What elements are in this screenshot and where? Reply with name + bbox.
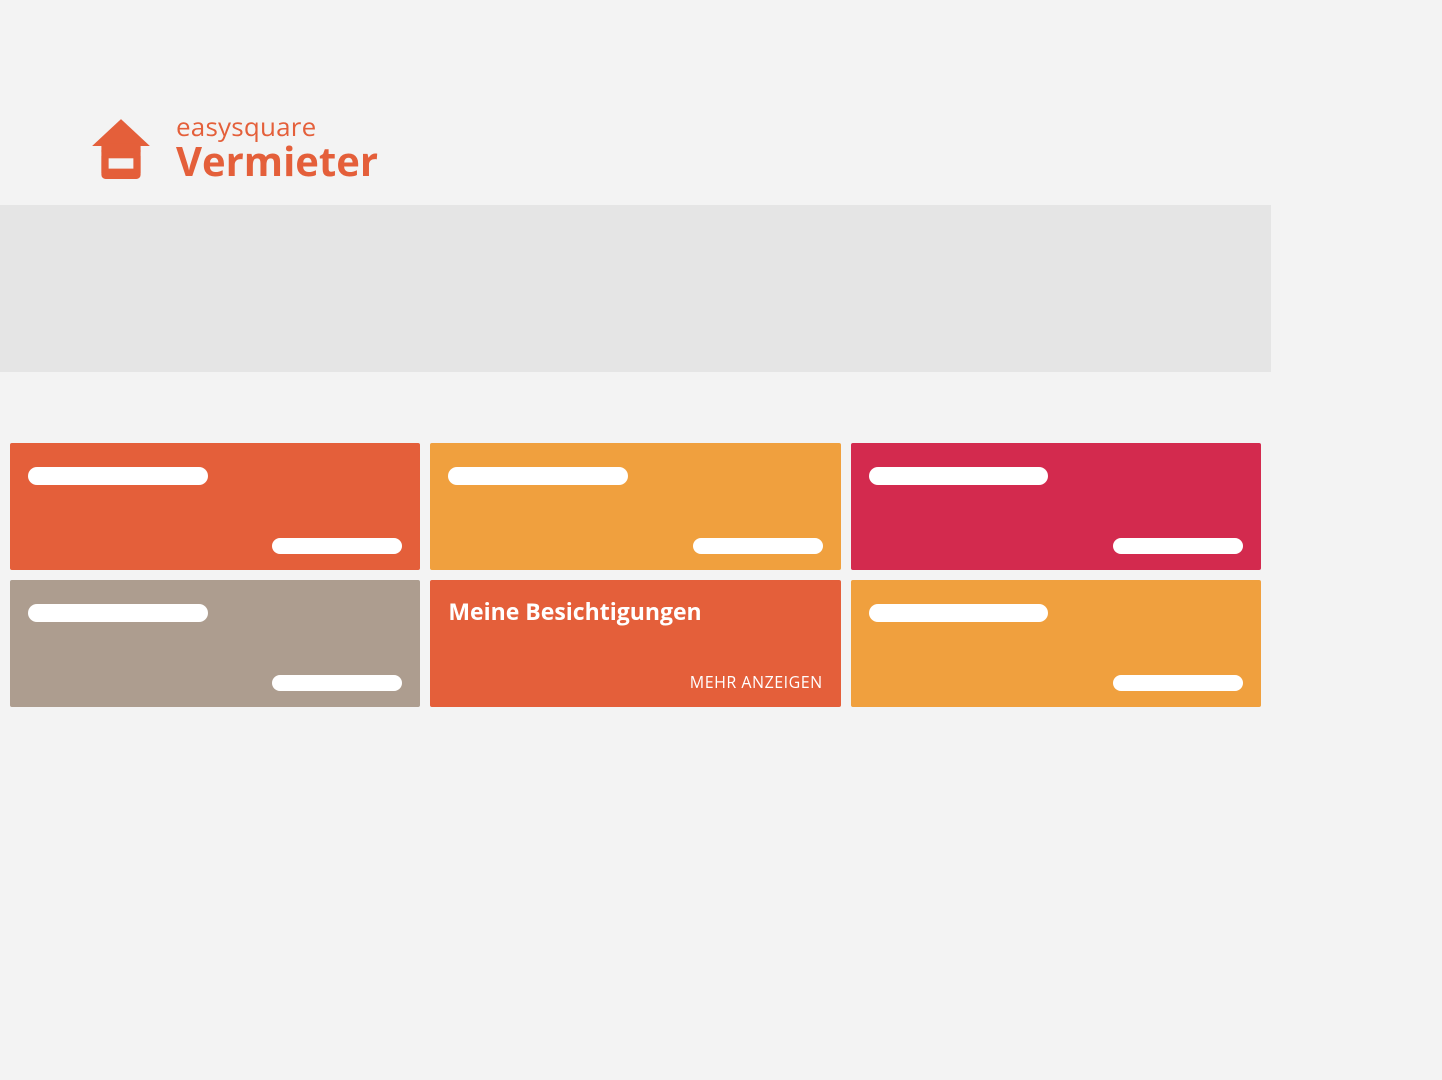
tile-title-placeholder [869, 604, 1049, 622]
tile-footer-placeholder [693, 538, 823, 554]
tile-title: Meine Besichtigungen [448, 598, 822, 626]
dashboard-tile-6[interactable] [851, 580, 1261, 707]
dashboard-tile-besichtigungen[interactable]: Meine Besichtigungen MEHR ANZEIGEN [430, 580, 840, 707]
tile-footer-placeholder [1113, 538, 1243, 554]
app-header: easysquare Vermieter [0, 0, 1271, 205]
house-icon [88, 115, 154, 181]
tile-title-placeholder [869, 467, 1049, 485]
tile-title-placeholder [28, 604, 208, 622]
dashboard-tile-2[interactable] [430, 443, 840, 570]
hero-banner [0, 205, 1271, 372]
tile-footer-placeholder [1113, 675, 1243, 691]
tile-footer-placeholder [272, 538, 402, 554]
dashboard-tiles: Meine Besichtigungen MEHR ANZEIGEN [10, 443, 1261, 707]
tile-title-placeholder [28, 467, 208, 485]
brand-line2: Vermieter [176, 140, 378, 182]
tile-more-link[interactable]: MEHR ANZEIGEN [690, 671, 823, 693]
dashboard-tile-3[interactable] [851, 443, 1261, 570]
app-logo-text: easysquare Vermieter [176, 113, 378, 182]
tile-footer-placeholder [272, 675, 402, 691]
dashboard-tile-4[interactable] [10, 580, 420, 707]
tile-title-placeholder [448, 467, 628, 485]
dashboard-tile-1[interactable] [10, 443, 420, 570]
